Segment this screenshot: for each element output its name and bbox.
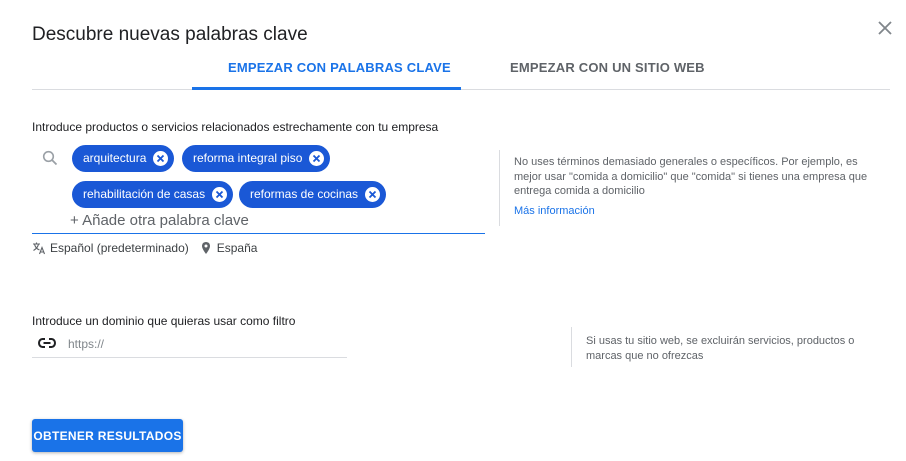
keyword-chip[interactable]: reformas de cocinas — [239, 181, 387, 208]
keywords-help-text: No uses términos demasiado generales o e… — [514, 156, 868, 197]
tab-website[interactable]: EMPEZAR CON UN SITIO WEB — [510, 60, 705, 75]
keywords-label: Introduce productos o servicios relacion… — [32, 120, 439, 134]
keyword-chip[interactable]: rehabilitación de casas — [72, 181, 234, 208]
dialog-title: Descubre nuevas palabras clave — [32, 24, 308, 45]
close-icon[interactable] — [875, 18, 895, 38]
remove-chip-icon[interactable] — [153, 151, 169, 166]
remove-chip-icon[interactable] — [309, 151, 325, 166]
get-results-button[interactable]: OBTENER RESULTADOS — [32, 419, 183, 452]
tab-bar: EMPEZAR CON PALABRAS CLAVE EMPEZAR CON U… — [32, 50, 890, 90]
more-info-link[interactable]: Más información — [514, 205, 595, 217]
keyword-chip-label: rehabilitación de casas — [83, 187, 206, 201]
active-tab-indicator — [192, 87, 461, 90]
domain-field[interactable] — [32, 333, 347, 358]
keyword-chip[interactable]: arquitectura — [72, 145, 175, 172]
keyword-input-field[interactable] — [32, 211, 485, 234]
location-pin-icon — [201, 242, 210, 254]
domain-input[interactable] — [68, 337, 338, 351]
tab-keywords[interactable]: EMPEZAR CON PALABRAS CLAVE — [228, 60, 451, 75]
translate-icon — [33, 242, 46, 255]
keyword-input[interactable] — [70, 212, 470, 229]
keyword-chip-label: reforma integral piso — [193, 151, 303, 165]
language-selector[interactable]: Español (predeterminado) — [50, 241, 189, 255]
location-selector[interactable]: España — [217, 241, 258, 255]
link-icon — [37, 338, 57, 348]
remove-chip-icon[interactable] — [212, 187, 228, 202]
remove-chip-icon[interactable] — [365, 187, 381, 202]
help-divider — [499, 150, 500, 226]
domain-label: Introduce un dominio que quieras usar co… — [32, 314, 296, 328]
search-icon — [42, 150, 58, 166]
keyword-chip-label: arquitectura — [83, 151, 147, 165]
keyword-chip[interactable]: reforma integral piso — [182, 145, 331, 172]
keyword-chip-label: reformas de cocinas — [250, 187, 359, 201]
targeting-row: Español (predeterminado) España — [32, 241, 257, 255]
domain-help-text: Si usas tu sitio web, se excluirán servi… — [586, 335, 855, 362]
help-divider — [571, 327, 572, 367]
